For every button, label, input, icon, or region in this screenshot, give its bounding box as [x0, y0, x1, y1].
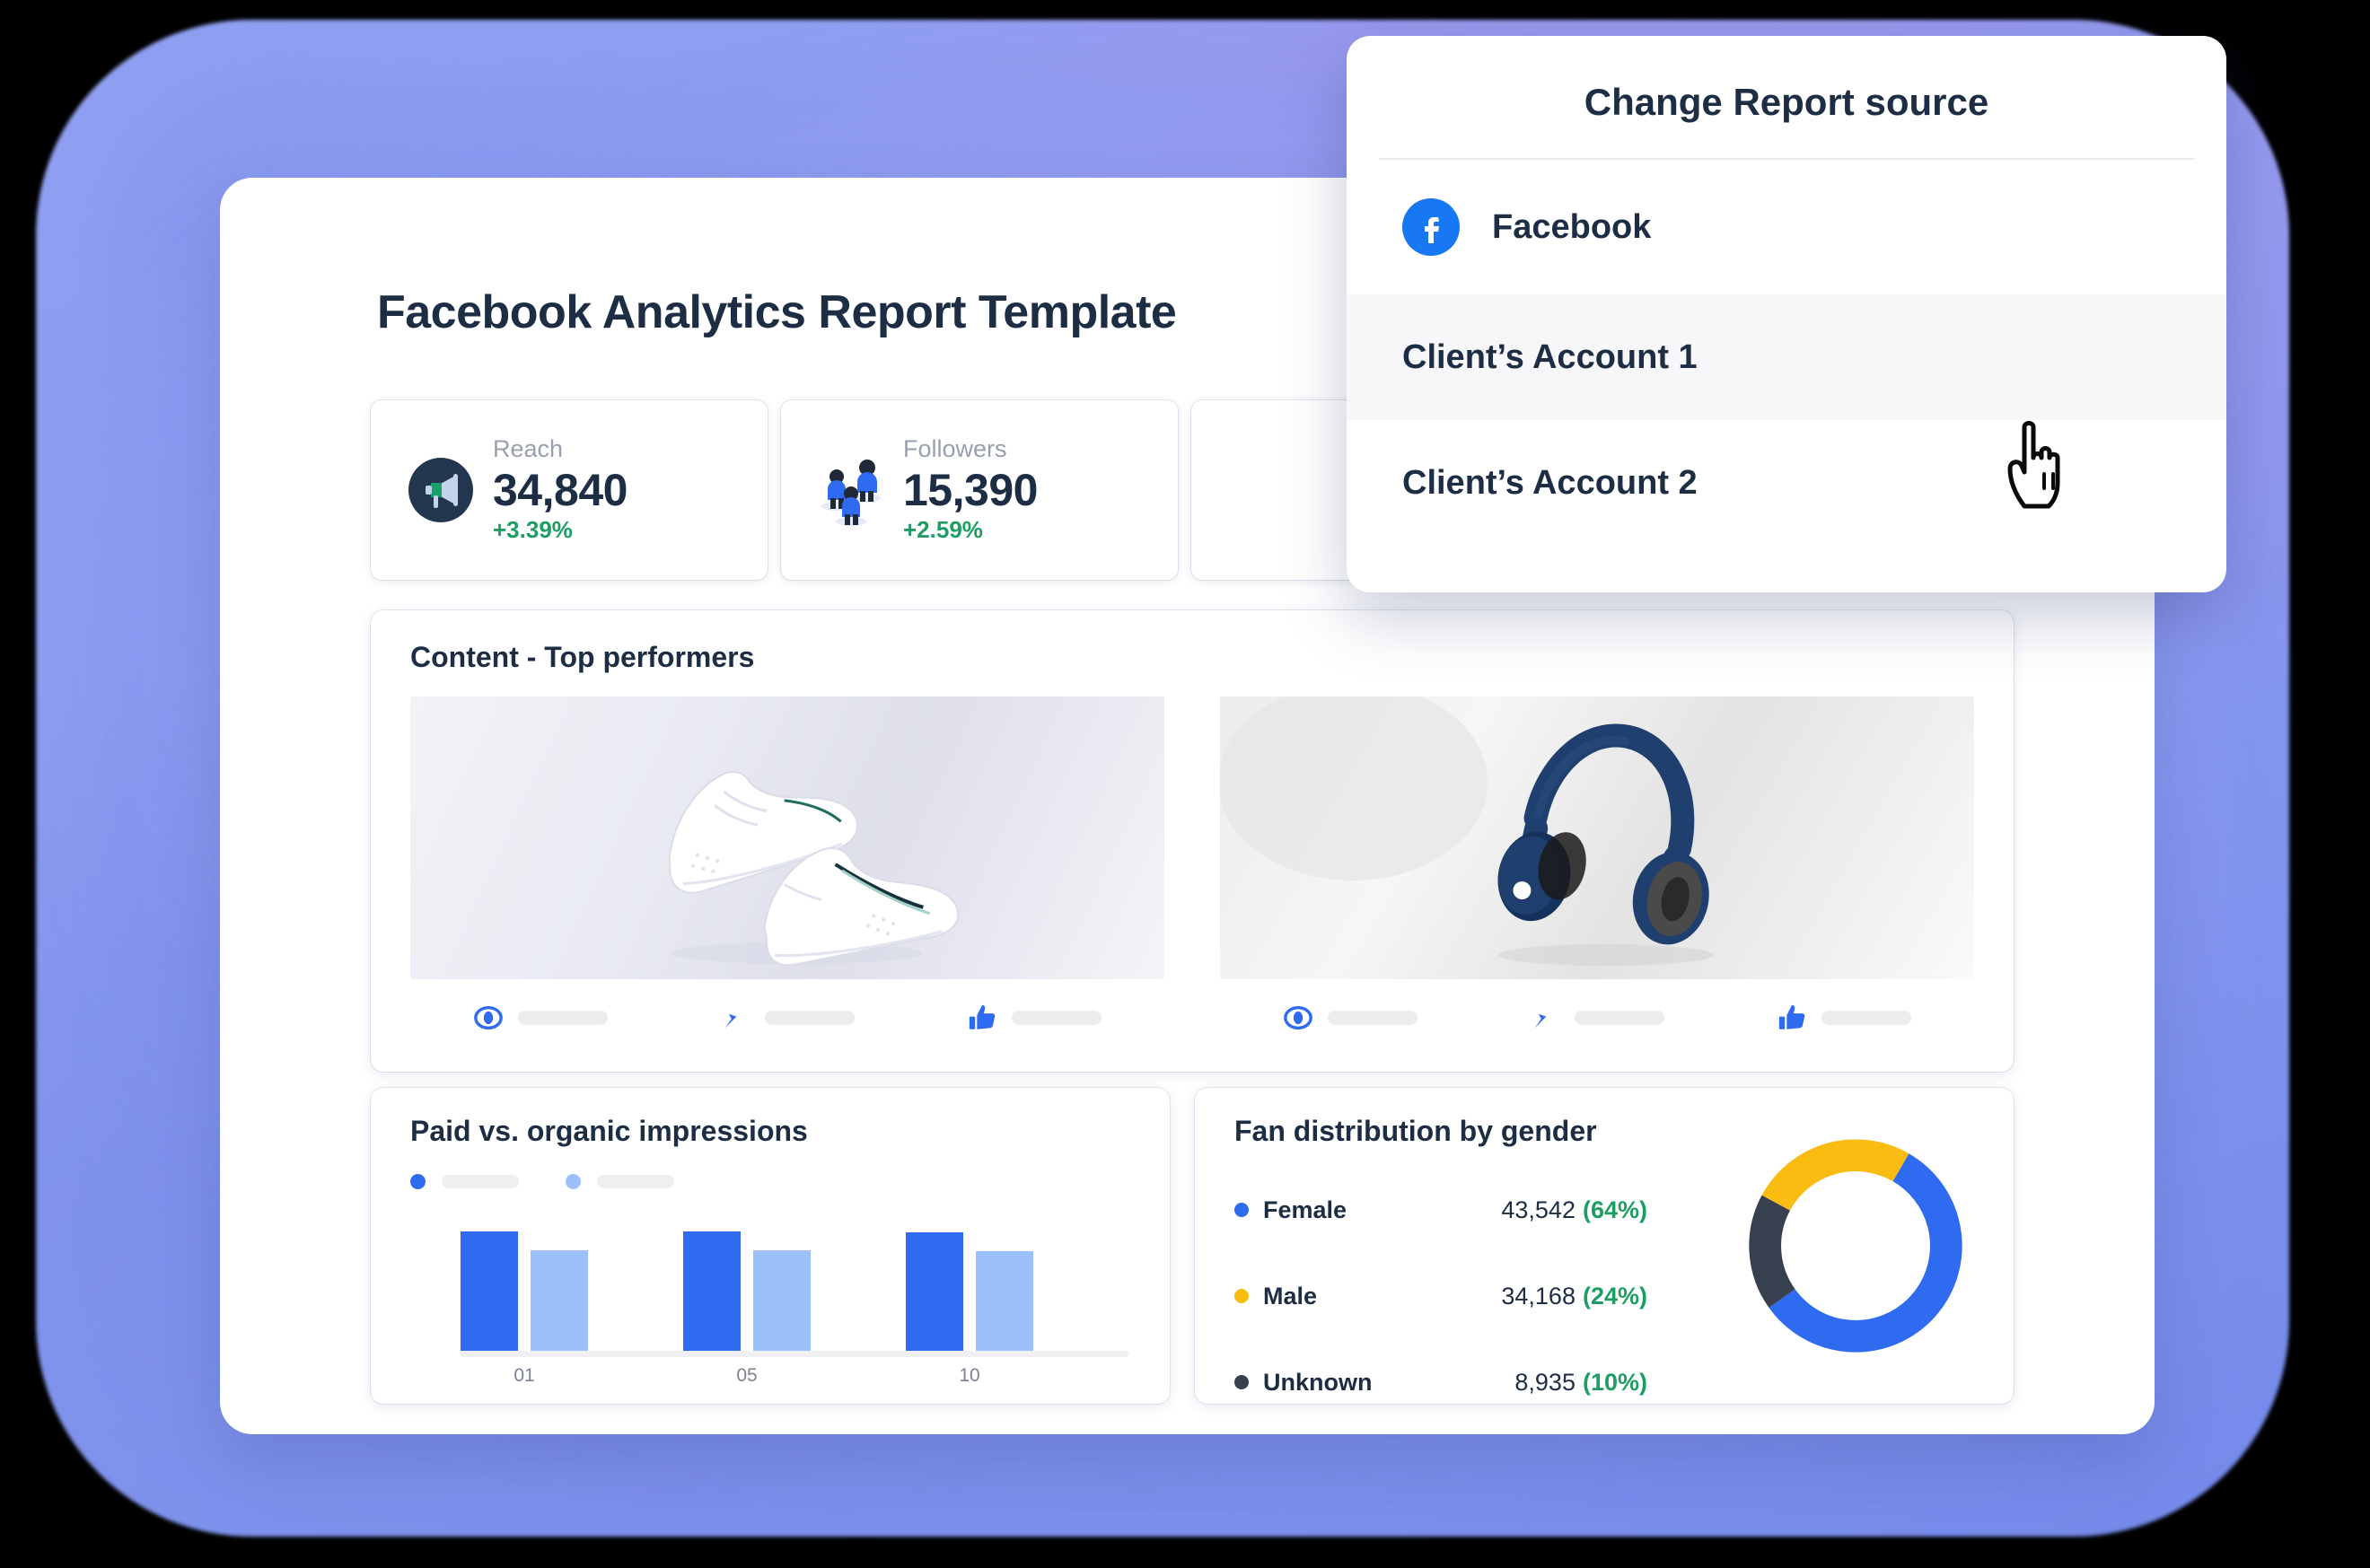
bar-group: 05 [683, 1218, 906, 1386]
metric-skeleton-bar [1328, 1011, 1418, 1025]
screenshot-stage: Facebook Analytics Report Template Reach [0, 0, 2370, 1568]
metric-views[interactable] [1283, 1003, 1418, 1033]
metric-skeleton-bar [1012, 1011, 1102, 1025]
bar-paid [906, 1232, 963, 1351]
bar-paid [683, 1231, 741, 1351]
metric-shares[interactable] [720, 1003, 855, 1033]
bar-paid [461, 1231, 518, 1351]
chart-legend [410, 1174, 674, 1189]
x-axis-baseline [461, 1351, 1128, 1357]
panel-title: Fan distribution by gender [1234, 1115, 1597, 1147]
donut-chart [1742, 1133, 1969, 1359]
post-item[interactable] [1220, 696, 1974, 1033]
dropdown-item-client-account-1[interactable]: Client’s Account 1 [1347, 294, 2226, 420]
eye-icon [473, 1003, 504, 1033]
facebook-icon [1402, 198, 1460, 256]
legend-percent: (24%) [1582, 1282, 1647, 1310]
legend-dot-paid [410, 1174, 426, 1189]
list-item[interactable]: Female 43,542 (64%) [1234, 1181, 1647, 1239]
page-title: Facebook Analytics Report Template [377, 286, 1177, 338]
kpi-card-reach[interactable]: Reach 34,840 +3.39% [371, 400, 768, 580]
kpi-label: Reach [493, 435, 564, 463]
dropdown-source-facebook[interactable]: Facebook [1347, 160, 2226, 294]
metric-likes[interactable] [967, 1003, 1102, 1033]
dropdown-item-client-account-2[interactable]: Client’s Account 2 [1347, 420, 2226, 546]
change-report-source-dropdown: Change Report source Facebook Client’s A… [1347, 36, 2226, 592]
share-arrow-icon [1530, 1003, 1560, 1033]
legend-skeleton-bar [442, 1175, 519, 1188]
dropdown-title: Change Report source [1584, 81, 1989, 123]
share-arrow-icon [720, 1003, 750, 1033]
metric-likes[interactable] [1777, 1003, 1911, 1033]
legend-dot-female [1234, 1203, 1249, 1217]
list-item[interactable]: Unknown 8,935 (10%) [1234, 1353, 1647, 1411]
kpi-delta: +3.39% [493, 515, 573, 543]
kpi-card-followers[interactable]: Followers 15,390 +2.59% [781, 400, 1178, 580]
metric-shares[interactable] [1530, 1003, 1664, 1033]
kpi-value: 34,840 [493, 464, 628, 515]
metric-skeleton-bar [1575, 1011, 1664, 1025]
panel-title: Content - Top performers [410, 641, 755, 673]
fan-distribution-panel: Fan distribution by gender Female 43,542… [1195, 1088, 2014, 1404]
kpi-label: Followers [903, 435, 1007, 463]
x-tick-label: 01 [514, 1365, 535, 1386]
thumbs-up-icon [1777, 1003, 1807, 1033]
bar-organic [753, 1250, 811, 1351]
legend-dot-organic [566, 1174, 581, 1189]
legend-label: Female [1263, 1196, 1347, 1223]
legend-percent: (64%) [1582, 1196, 1647, 1223]
x-tick-label: 05 [736, 1365, 758, 1386]
legend-dot-unknown [1234, 1375, 1249, 1389]
bar-organic [531, 1250, 588, 1351]
bar-group: 01 [461, 1218, 683, 1386]
legend-value: 8,935 [1514, 1368, 1576, 1396]
bar-group: 10 [906, 1218, 1128, 1386]
sneakers-photo [410, 696, 1164, 979]
paid-vs-organic-panel: Paid vs. organic impressions 150 100 50 [371, 1088, 1170, 1404]
post-metrics [1220, 1003, 1974, 1033]
headphones-photo [1220, 696, 1974, 979]
legend-dot-male [1234, 1289, 1249, 1303]
bar-organic [976, 1251, 1033, 1351]
panel-title: Paid vs. organic impressions [410, 1115, 808, 1147]
list-item[interactable]: Male 34,168 (24%) [1234, 1267, 1647, 1325]
bar-chart: 150 100 50 01 05 [410, 1218, 1128, 1386]
kpi-text-followers: Followers 15,390 +2.59% [903, 434, 1038, 546]
legend-label: Unknown [1263, 1368, 1373, 1396]
metric-skeleton-bar [1821, 1011, 1911, 1025]
post-item[interactable] [410, 696, 1164, 1033]
people-icon [812, 451, 891, 530]
x-tick-label: 10 [959, 1365, 980, 1386]
bar-groups: 01 05 10 [461, 1218, 1128, 1386]
kpi-value: 15,390 [903, 464, 1038, 515]
legend-value: 43,542 [1501, 1196, 1576, 1223]
post-list [410, 696, 1974, 1033]
kpi-text-reach: Reach 34,840 +3.39% [493, 434, 628, 546]
dropdown-source-label: Facebook [1492, 207, 1652, 246]
legend-percent: (10%) [1582, 1368, 1647, 1396]
megaphone-icon [401, 451, 480, 530]
legend-skeleton-bar [597, 1175, 674, 1188]
metric-views[interactable] [473, 1003, 608, 1033]
gender-legend-list: Female 43,542 (64%) Male 34,168 (24%) Un… [1234, 1181, 1647, 1434]
kpi-delta: +2.59% [903, 515, 983, 543]
metric-skeleton-bar [765, 1011, 855, 1025]
legend-label: Male [1263, 1282, 1318, 1310]
post-metrics [410, 1003, 1164, 1033]
legend-value: 34,168 [1501, 1282, 1576, 1310]
thumbs-up-icon [967, 1003, 997, 1033]
eye-icon [1283, 1003, 1313, 1033]
content-top-performers-panel: Content - Top performers [371, 610, 2014, 1072]
metric-skeleton-bar [518, 1011, 608, 1025]
